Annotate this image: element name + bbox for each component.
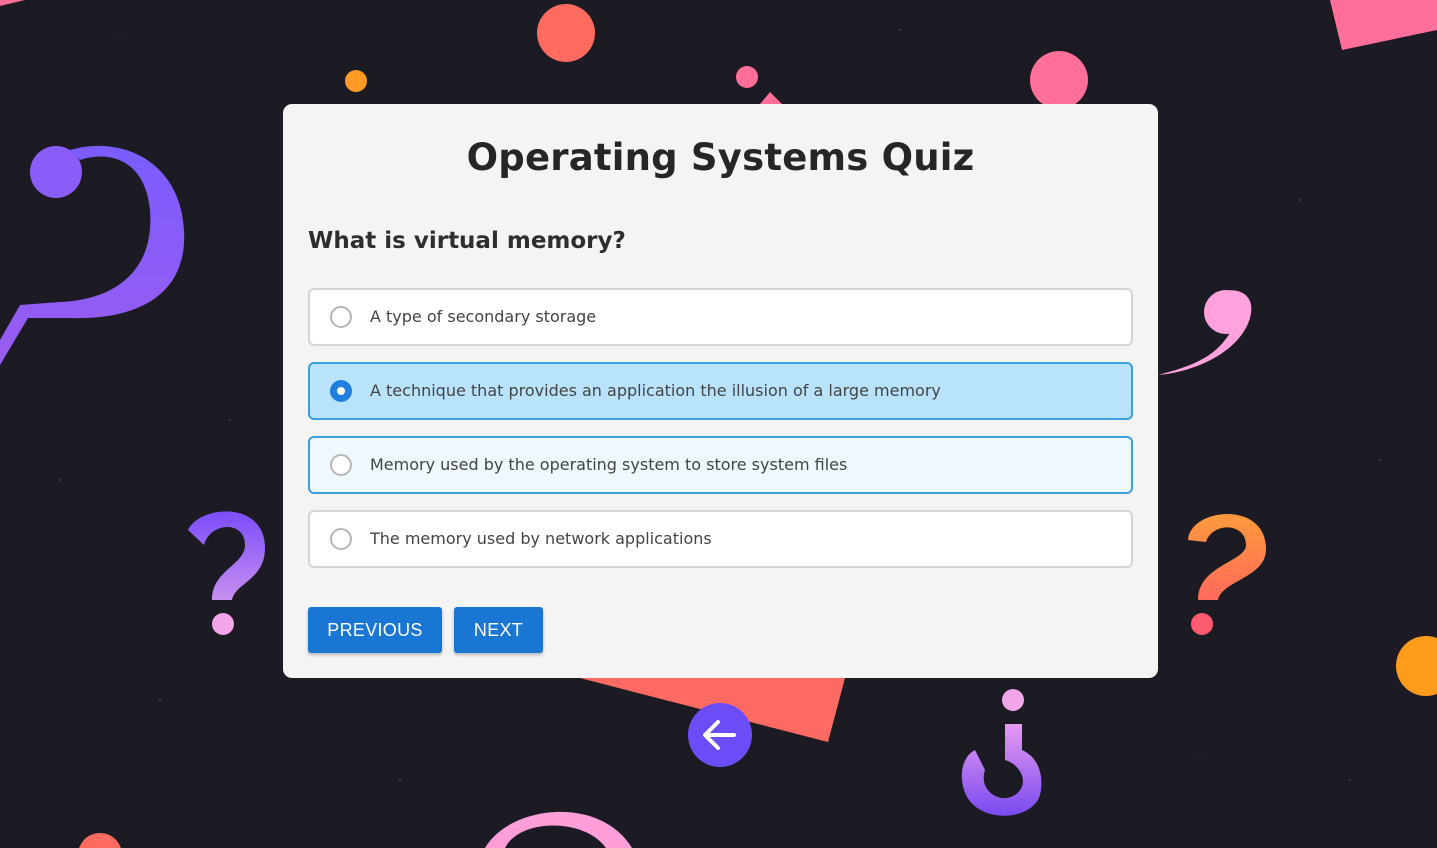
question-mark-shape bbox=[1188, 514, 1267, 600]
question-mark-dot bbox=[212, 613, 234, 635]
radio-button[interactable] bbox=[330, 454, 352, 476]
quiz-card: Operating Systems Quiz What is virtual m… bbox=[283, 104, 1158, 678]
radio-button[interactable] bbox=[330, 306, 352, 328]
question-mark-shape bbox=[0, 145, 185, 365]
question-mark-dot bbox=[1191, 613, 1213, 635]
answer-option-1[interactable]: A type of secondary storage bbox=[308, 288, 1133, 346]
question-mark-shape bbox=[961, 724, 1042, 816]
answer-option-label: A technique that provides an application… bbox=[370, 381, 941, 400]
deco-circle bbox=[1396, 636, 1437, 696]
deco-circle bbox=[345, 70, 367, 92]
back-button[interactable] bbox=[688, 703, 752, 767]
answer-option-label: A type of secondary storage bbox=[370, 307, 597, 326]
deco-circle bbox=[736, 66, 758, 88]
question-mark-dot bbox=[30, 146, 82, 198]
quiz-title: Operating Systems Quiz bbox=[466, 136, 975, 179]
question-text: What is virtual memory? bbox=[308, 228, 626, 254]
deco-shape bbox=[485, 811, 632, 848]
deco-shape bbox=[0, 0, 25, 6]
arrow-left-icon bbox=[703, 720, 736, 750]
answer-option-label: The memory used by network applications bbox=[370, 529, 712, 548]
deco-circle bbox=[79, 833, 121, 848]
radio-button[interactable] bbox=[330, 528, 352, 550]
radio-button[interactable] bbox=[330, 380, 352, 402]
question-mark-dot bbox=[1204, 290, 1248, 334]
answer-option-3[interactable]: Memory used by the operating system to s… bbox=[308, 436, 1133, 494]
answer-option-4[interactable]: The memory used by network applications bbox=[308, 510, 1133, 568]
question-mark-dot bbox=[1002, 689, 1024, 711]
deco-shape bbox=[760, 92, 782, 104]
deco-circle bbox=[537, 4, 595, 62]
deco-shape bbox=[1330, 0, 1437, 50]
quiz-page: Operating Systems Quiz What is virtual m… bbox=[0, 0, 1437, 848]
previous-button[interactable]: PREVIOUS bbox=[308, 607, 442, 653]
deco-circle bbox=[1030, 51, 1088, 109]
answer-option-label: Memory used by the operating system to s… bbox=[370, 455, 848, 474]
answer-option-2[interactable]: A technique that provides an application… bbox=[308, 362, 1133, 420]
next-button[interactable]: NEXT bbox=[454, 607, 543, 653]
question-mark-shape bbox=[188, 511, 265, 600]
